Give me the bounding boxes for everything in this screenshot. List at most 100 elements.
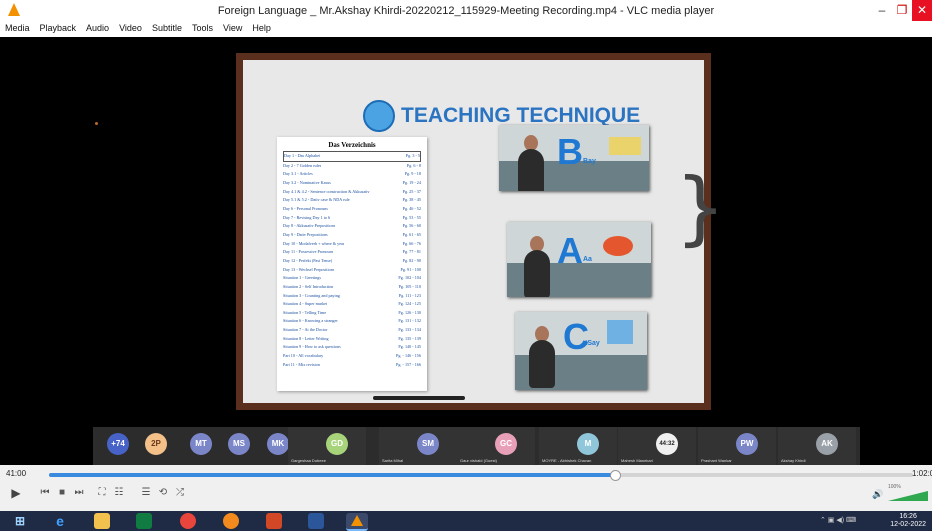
toc-entry: Day 12 - Perfekt (Past Tense)	[283, 257, 333, 263]
file-explorer-icon[interactable]	[94, 513, 110, 529]
toc-row: Situation 9 - How to ask questions Pg. 14…	[283, 343, 421, 352]
word-icon[interactable]	[308, 513, 324, 529]
vlc-taskbar-icon[interactable]	[346, 513, 368, 531]
participant-avatar: 44:32	[656, 433, 678, 455]
card-word: Aa	[583, 256, 592, 263]
participant-tile[interactable]: SM Sarita Mihal	[379, 427, 457, 465]
menu-help[interactable]: Help	[247, 21, 276, 33]
next-button[interactable]: ⏭	[71, 486, 87, 500]
toc-pages: Pg. 133 - 134	[398, 327, 421, 333]
toc-row: Day 8 - Akkusativ Prepositions Pg. 56 - 6…	[283, 222, 421, 231]
slide-card-c: C tSay	[515, 312, 647, 390]
participant-avatar[interactable]: MS	[228, 433, 250, 455]
participant-tile[interactable]: GC Gaur vishald (Guest)	[457, 427, 535, 465]
participant-avatar[interactable]: MK	[267, 433, 289, 455]
participant-avatar: SM	[417, 433, 439, 455]
participant-name: Sarita Mihal	[382, 458, 404, 463]
menu-media[interactable]: Media	[0, 21, 35, 33]
card-word: tSay	[585, 340, 600, 347]
participant-tile[interactable]: 44:32 Mahesh Manekari	[618, 427, 696, 465]
toc-entry: Situation 4 - Super market	[283, 301, 328, 307]
shuffle-button[interactable]: ⤮	[172, 486, 188, 500]
close-button[interactable]: ✕	[912, 0, 932, 21]
slide-card-a: A Aa	[507, 222, 651, 297]
participant-tile[interactable]: GD Gargeshaa Dubeee	[288, 427, 366, 465]
toc-row: Situation 8 - Letter Writing Pg. 135 - 13…	[283, 335, 421, 344]
toc-row: Day 4.1 & 4.2 - Sentence construction & …	[283, 188, 421, 197]
window-title: Foreign Language _ Mr.Akshay Khirdi-2022…	[217, 5, 715, 17]
video-area[interactable]: TEACHING TECHNIQUE Das Verzeichnis Day 1…	[0, 37, 932, 465]
toc-pages: Pg. 126 - 130	[398, 309, 421, 315]
presenter-image	[529, 340, 555, 388]
toc-entry: Situation 2 - Self Introduction	[283, 283, 334, 289]
seek-bar[interactable]	[49, 470, 913, 481]
vlc-cone-icon	[351, 515, 363, 526]
clock-date: 12-02-2022	[890, 521, 926, 528]
curly-brace-icon: }	[675, 161, 726, 254]
menu-audio[interactable]: Audio	[81, 21, 114, 33]
chrome-icon[interactable]	[180, 513, 196, 529]
participant-avatar[interactable]: MT	[190, 433, 212, 455]
sticker-image	[607, 320, 633, 344]
system-clock[interactable]: 16:26 12-02-2022	[890, 513, 926, 529]
previous-button[interactable]: ⏮	[37, 486, 53, 500]
seek-progress	[49, 473, 615, 477]
extended-settings-button[interactable]: ☷	[111, 486, 127, 500]
toc-pages: Pg. 56 - 60	[402, 223, 421, 229]
store-icon[interactable]	[136, 513, 152, 529]
windows-taskbar: ⊞ e ⌃ ▣ ◀) ⌨ 16:26 12-02-2022	[0, 511, 932, 531]
toc-entry: Day 2 - 7 Golden rules	[283, 162, 322, 168]
playlist-button[interactable]: ☰	[138, 486, 154, 500]
menu-tools[interactable]: Tools	[187, 21, 218, 33]
toc-row: Day 3.2 - Nominative Kasus Pg. 19 - 24	[283, 179, 421, 188]
toc-pages: Pg. 77 - 81	[402, 249, 421, 255]
presenter-image	[524, 250, 550, 297]
participant-name: Gaur vishald (Guest)	[460, 458, 497, 463]
participant-tile[interactable]: AK Akshay Khirdi	[778, 427, 856, 465]
participant-tile[interactable]: PW Prashant Wankar	[698, 427, 776, 465]
toc-pages: Pg. 124 - 125	[398, 301, 421, 307]
toc-row: Situation 7 - At the Doctor Pg. 133 - 134	[283, 326, 421, 335]
minimize-button[interactable]: –	[872, 0, 892, 21]
participant-avatar: GC	[495, 433, 517, 455]
menu-view[interactable]: View	[218, 21, 247, 33]
clock-time: 16:26	[899, 513, 917, 520]
firefox-icon[interactable]	[223, 513, 239, 529]
play-button[interactable]: ▶	[8, 486, 24, 500]
toc-entry: Situation 8 - Letter Writing	[283, 335, 329, 341]
toc-pages: Pg. 82 - 90	[402, 257, 421, 263]
loop-button[interactable]: ⟲	[155, 486, 171, 500]
system-tray-icons[interactable]: ⌃ ▣ ◀) ⌨	[820, 516, 856, 524]
menu-playback[interactable]: Playback	[35, 21, 82, 33]
toc-row: Day 9 - Dativ Prepositions Pg. 61 - 65	[283, 231, 421, 240]
toc-entry: Part 10 - All vocabulary	[283, 353, 324, 359]
toc-row: Situation 5 - Telling Time Pg. 126 - 130	[283, 309, 421, 318]
seek-handle[interactable]	[609, 470, 621, 481]
toc-entry: Day 6 - Personal Pronouns	[283, 205, 328, 211]
toc-row: Day 1 - Das Alphabet Pg. 3 - 5	[283, 151, 421, 162]
menu-video[interactable]: Video	[114, 21, 147, 33]
toc-entry: Day 13 - Wechsel Prepositions	[283, 266, 335, 272]
toc-entry: Day 4.1 & 4.2 - Sentence construction & …	[283, 188, 370, 194]
toc-pages: Pg. 140 - 145	[398, 344, 421, 350]
toc-entry: Day 11 - Possessive Pronouns	[283, 249, 334, 255]
internet-explorer-icon[interactable]: e	[52, 513, 68, 529]
participant-avatar: M	[577, 433, 599, 455]
toc-pages: Pg. 111 - 123	[398, 292, 421, 298]
stop-button[interactable]: ■	[54, 486, 70, 500]
volume-control[interactable]: 🔊 100%	[872, 484, 928, 501]
more-participants-badge[interactable]: +74	[107, 433, 129, 455]
participant-avatar[interactable]: 2P	[145, 433, 167, 455]
volume-slider[interactable]	[888, 491, 928, 501]
fullscreen-button[interactable]: ⛶	[94, 486, 110, 500]
participant-tile[interactable]: M MOYRE - Abhishek Chavan	[539, 427, 617, 465]
toc-pages: Pg. 9 - 18	[404, 171, 421, 177]
powerpoint-icon[interactable]	[266, 513, 282, 529]
participant-name: Akshay Khirdi	[781, 458, 806, 463]
toc-pages: Pg. 91 - 100	[400, 266, 421, 272]
toc-pages: Pg. 3 - 5	[405, 153, 420, 158]
menu-subtitle[interactable]: Subtitle	[147, 21, 187, 33]
player-controls: 41:00 1:02:0 ▶ ⏮ ■ ⏭ ⛶ ☷ ☰ ⟲ ⤮ 🔊 100%	[0, 465, 932, 511]
windows-start-icon[interactable]: ⊞	[12, 513, 28, 529]
maximize-button[interactable]: ❐	[893, 0, 911, 21]
